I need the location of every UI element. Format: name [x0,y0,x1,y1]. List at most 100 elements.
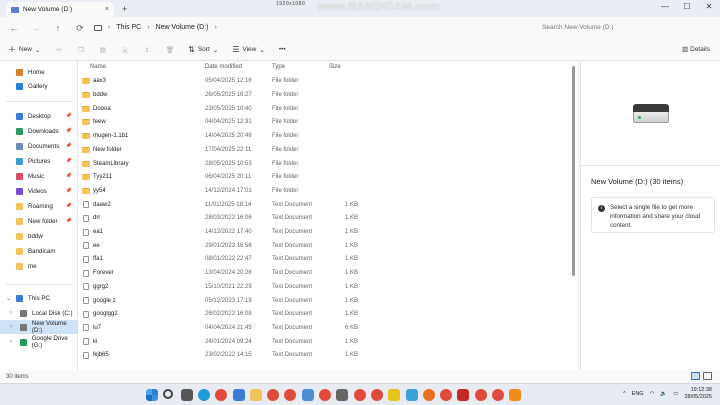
column-date-modified[interactable]: Date modified [205,64,242,70]
file-row-bddw[interactable]: bddw 26/05/2025 16:27 File folder [78,88,568,102]
more-options-button[interactable]: ••• [279,46,286,53]
file-row-feew[interactable]: feew 04/04/2025 12:31 File folder [78,116,568,130]
firefox-icon[interactable] [422,389,435,401]
file-row-forever[interactable]: Forever 13/04/2024 20:28 Text Document 1 KB [78,266,568,280]
paste-icon[interactable]: ▤ [100,46,106,54]
sidebar-item-documents[interactable]: Documents 📌 [0,139,78,153]
file-row-googlgg2[interactable]: googlgg2 26/02/2022 16:08 Text Document 1 K… [78,307,568,321]
chrome-icon[interactable] [440,389,453,401]
app-icon[interactable] [457,389,470,401]
sidebar-item-new-folder[interactable]: New folder 📌 [0,214,78,228]
sidebar-item-bandicam[interactable]: Bandicam [0,244,78,258]
chrome-icon[interactable] [319,389,331,401]
share-icon[interactable]: ⇪ [144,46,149,54]
file-row-daaw2[interactable]: daaw2 11/01/2025 18:14 Text Document 1 KB [78,198,568,212]
refresh-icon[interactable]: ⟳ [72,23,88,34]
column-size[interactable]: Size [329,64,341,70]
sidebar-item-gallery[interactable]: Gallery [0,79,78,93]
app-icon[interactable] [405,389,418,401]
file-row-drr[interactable]: drr 28/03/2022 16:06 Text Document 1 KB [78,212,568,226]
chrome-icon[interactable] [474,389,487,401]
copy-icon[interactable]: ❐ [78,46,84,54]
chrome-icon[interactable] [215,389,228,401]
battery-icon[interactable]: ▭ [673,391,678,397]
breadcrumb-this-pc[interactable]: This PC [116,24,141,31]
sidebar-drive-local-disk-c[interactable]: › Local Disk (C:) [0,306,78,320]
task-view-icon[interactable] [180,389,193,401]
search-icon[interactable] [163,389,174,399]
file-row-iu7[interactable]: iu7 04/04/2024 21:45 Text Document 6 KB [78,321,568,335]
file-row-ea1[interactable]: ea1 14/12/2022 17:40 Text Document 1 KB [78,225,568,239]
file-row-aax3[interactable]: aax3 05/04/2025 12:16 File folder [78,75,568,89]
column-type[interactable]: Type [272,64,285,70]
file-row-ee[interactable]: ee 29/01/2023 16:56 Text Document 1 KB [78,239,568,253]
sidebar-item-me[interactable]: me [0,259,78,273]
breadcrumb-new-volume[interactable]: New Volume (D:) [156,24,209,31]
file-row-google-z[interactable]: google z 05/12/2023 17:19 Text Document 1 K… [78,294,568,308]
clock[interactable]: 19:12:38 28/05/2025 [684,387,712,401]
sidebar-item-home[interactable]: Home [0,65,78,79]
app-icon[interactable] [388,389,401,401]
start-icon[interactable] [146,389,158,401]
file-row-steamlibrary[interactable]: SteamLibrary 28/05/2025 10:53 File folder [78,157,568,171]
app-icon[interactable] [336,389,349,401]
forward-icon[interactable]: → [28,23,44,33]
file-row-lkjb65[interactable]: lkjb65 23/02/2022 14:15 Text Document 1 KB [78,349,568,363]
file-row-ki[interactable]: ki 24/01/2024 09:24 Text Document 1 KB [78,335,568,349]
chevron-right-icon[interactable]: › [10,339,12,345]
chrome-icon[interactable] [267,389,280,401]
back-icon[interactable]: ← [6,23,22,33]
edge-icon[interactable] [197,389,210,401]
search-input[interactable]: Search New Volume (D:) [534,20,714,35]
language-indicator[interactable]: ENG [632,391,644,397]
sidebar-drive-google-drive-g[interactable]: › Google Drive (G:) [0,335,78,349]
cut-icon[interactable]: ✂ [56,46,61,54]
tray-overflow-icon[interactable]: ^ [623,391,626,397]
delete-icon[interactable]: 🗑 [166,46,174,54]
explorer-icon[interactable] [249,389,262,401]
sidebar-item-pictures[interactable]: Pictures 📌 [0,154,78,168]
sidebar-drive-new-volume-d[interactable]: › New Volume (D:) [0,320,78,334]
chrome-icon[interactable] [284,389,297,401]
view-button[interactable]: ☰ View ⌄ [232,45,265,54]
details-view-icon[interactable] [691,372,700,380]
file-row-mugen-1-1b1[interactable]: mugen-1.1b1 14/04/2025 20:48 File folder [78,129,568,143]
new-button[interactable]: ＋ New ⌄ [8,44,40,55]
sidebar-item-music[interactable]: Music 📌 [0,169,78,183]
file-row-ggrg2[interactable]: ggrg2 15/10/2021 22:29 Text Document 1 KB [78,280,568,294]
app-icon[interactable] [301,389,314,401]
minimize-button[interactable]: — [654,0,676,14]
new-tab-button[interactable]: + [122,4,127,14]
sidebar-item-roaming[interactable]: Roaming 📌 [0,199,78,213]
maximize-button[interactable]: ☐ [676,0,698,14]
sidebar-drive-this-pc[interactable]: ⌄ This PC [0,291,78,305]
tab-new-volume[interactable]: New Volume (D:) × [6,2,114,17]
sidebar-item-videos[interactable]: Videos 📌 [0,184,78,198]
close-button[interactable]: ✕ [698,0,720,14]
chrome-icon[interactable] [370,389,383,401]
vlc-icon[interactable] [509,389,522,401]
up-icon[interactable]: ↑ [50,23,66,33]
close-tab-icon[interactable]: × [105,6,109,13]
rename-icon[interactable]: Ⓐ [122,45,129,55]
wifi-icon[interactable]: ◠ [650,391,655,397]
chrome-icon[interactable] [353,389,366,401]
store-icon[interactable] [232,389,245,401]
volume-icon[interactable]: 🔈 [660,391,667,397]
chevron-right-icon[interactable]: › [10,310,12,316]
details-pane-button[interactable]: ▥ Details [682,45,710,53]
sidebar-item-downloads[interactable]: Downloads 📌 [0,124,78,138]
chevron-right-icon[interactable]: › [10,324,12,330]
sidebar-item-desktop[interactable]: Desktop 📌 [0,109,78,123]
chrome-icon[interactable] [492,389,504,401]
file-row-doooa[interactable]: Doooa 23/05/2025 10:40 File folder [78,102,568,116]
file-row-ffa1[interactable]: ffa1 08/01/2022 22:47 Text Document 1 KB [78,253,568,267]
file-row-tyy211[interactable]: Tyy211 06/04/2025 20:11 File folder [78,170,568,184]
column-name[interactable]: Name [90,64,106,70]
tiles-view-icon[interactable] [703,372,712,380]
sort-button[interactable]: ⇅ Sort ⌄ [188,45,218,54]
vertical-scrollbar[interactable] [572,66,575,276]
chevron-down-icon[interactable]: ⌄ [6,295,11,302]
address-bar[interactable]: › This PC › New Volume (D:) › [94,20,530,35]
file-row-yy54[interactable]: yy54 14/12/2024 17:01 File folder [78,184,568,198]
